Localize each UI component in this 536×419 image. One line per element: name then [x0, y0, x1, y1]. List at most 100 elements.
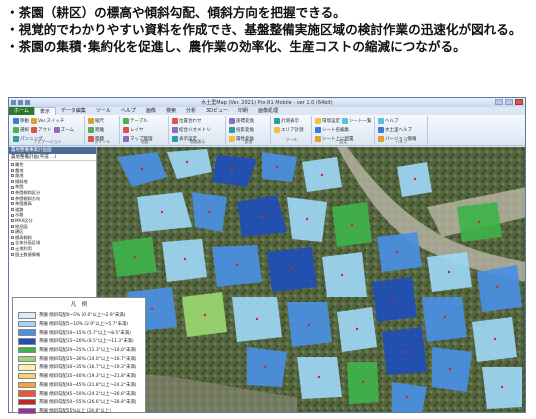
- ribbon-button[interactable]: 移動: [13, 117, 29, 124]
- close-button[interactable]: [515, 99, 523, 105]
- ribbon-button[interactable]: エリア計測: [274, 126, 304, 133]
- layer-checkbox[interactable]: [11, 236, 14, 240]
- layer-checkbox[interactable]: [11, 196, 14, 200]
- map-canvas[interactable]: [97, 147, 525, 412]
- layer-checkbox[interactable]: [11, 230, 14, 234]
- layer-checkbox[interactable]: [11, 185, 14, 189]
- tool-icon: [342, 117, 348, 124]
- tool-icon: [13, 126, 19, 133]
- ribbon-group-4: 座標変換 投影変換 属性変換 変換: [227, 116, 271, 144]
- layer-checkbox[interactable]: [11, 247, 14, 251]
- map-legend: 凡 例 茶園 傾斜勾配0~5% (0.0°以上～2.9°未満) 茶園 傾斜勾配5~…: [12, 297, 146, 416]
- layer-checkbox[interactable]: [11, 180, 14, 184]
- ribbon-button[interactable]: 環境設定: [315, 117, 340, 124]
- ribbon-button[interactable]: 計測表示: [274, 117, 299, 124]
- tool-icon: [229, 117, 235, 124]
- maximize-button[interactable]: [505, 99, 513, 105]
- layer-checkbox[interactable]: [11, 241, 14, 245]
- ribbon-button-label: シート名編集: [322, 127, 349, 133]
- ribbon-button[interactable]: ズーム: [53, 126, 74, 133]
- minimize-button[interactable]: [495, 99, 503, 105]
- ribbon-button[interactable]: シート名編集: [315, 126, 349, 133]
- ribbon: 移動 Ver.スイッチ 選択 アウト ズーム パンニング ナビゲーション 縮尺 距離 面積 スケール…: [9, 115, 525, 146]
- ribbon-button[interactable]: 座標変換: [229, 117, 254, 124]
- tool-icon: [378, 126, 384, 133]
- legend-item: 茶園 傾斜勾配5~10% (2.9°以上～5.7°未満): [13, 320, 145, 329]
- ribbon-group-7: ヘルプ 水土里ヘルプ バージョン情報 ヘルプ: [376, 116, 428, 144]
- layer-checkbox[interactable]: [11, 208, 14, 212]
- tab-5[interactable]: 画像: [141, 107, 161, 115]
- ribbon-button[interactable]: 選択: [13, 126, 29, 133]
- layer-checkbox[interactable]: [11, 163, 14, 167]
- layer-checkbox[interactable]: [11, 202, 14, 206]
- tab-0[interactable]: ホーム: [9, 107, 34, 115]
- layer-label: 国土数値情報: [15, 251, 41, 257]
- tab-8[interactable]: 3Dビュー: [201, 107, 233, 115]
- ribbon-button[interactable]: 水土里ヘルプ: [378, 126, 412, 133]
- ribbon-button[interactable]: 位置合わせ: [172, 117, 202, 124]
- tab-2[interactable]: データ編集: [56, 107, 91, 115]
- layer-checkbox[interactable]: [11, 219, 14, 223]
- layer-checkbox[interactable]: [11, 213, 14, 217]
- tab-7[interactable]: 分析: [181, 107, 201, 115]
- map-view[interactable]: [97, 147, 525, 412]
- tool-icon: [172, 117, 178, 124]
- ribbon-button[interactable]: 投影変換: [229, 126, 254, 133]
- layer-tree-item[interactable]: 国土数値情報: [11, 252, 94, 258]
- ribbon-button[interactable]: テーブル: [123, 117, 148, 124]
- tool-icon: [53, 126, 60, 133]
- ribbon-button[interactable]: Ver.スイッチ: [31, 117, 64, 124]
- ribbon-button-label: シート一覧: [349, 118, 372, 124]
- ribbon-button-label: ヘルプ: [385, 118, 399, 124]
- description-bullets: ・茶園（耕区）の標高や傾斜勾配、傾斜方向を把握できる。 ・視覚的でわかりやすい資…: [6, 4, 532, 55]
- layer-checkbox[interactable]: [11, 191, 14, 195]
- ribbon-button[interactable]: ヘルプ: [378, 117, 399, 124]
- legend-item: 茶園 傾斜勾配40~45% (21.8°以上～24.2°未満): [13, 381, 145, 390]
- legend-swatch: [18, 372, 36, 380]
- legend-label: 茶園 傾斜勾配5~10% (2.9°以上～5.7°未満): [39, 322, 129, 328]
- ribbon-group-2: テーブル レイヤ マップ管理 地図: [121, 116, 169, 144]
- legend-label: 茶園 傾斜勾配50~55% (26.6°以上～28.8°未満): [39, 400, 137, 406]
- ribbon-group-name: 地図表示: [189, 139, 206, 144]
- layer-checkbox[interactable]: [11, 174, 14, 178]
- legend-swatch: [18, 346, 36, 354]
- tab-1[interactable]: 表示: [33, 107, 56, 115]
- legend-swatch: [18, 320, 36, 328]
- layer-checkbox[interactable]: [11, 168, 14, 172]
- ribbon-group-name: 設定: [339, 139, 348, 144]
- tab-3[interactable]: ツール: [91, 107, 116, 115]
- ribbon-button-label: 水土里ヘルプ: [385, 127, 412, 133]
- tab-9[interactable]: 印刷: [233, 107, 253, 115]
- legend-item: 茶園 傾斜勾配20~25% (11.3°以上～14.0°未満): [13, 346, 145, 355]
- ribbon-button-label: 環境設定: [322, 118, 340, 124]
- tool-icon: [88, 117, 94, 124]
- legend-label: 茶園 傾斜勾配10~15% (5.7°以上～8.5°未満): [39, 330, 131, 336]
- ribbon-button[interactable]: 距離: [88, 126, 104, 133]
- layer-checkbox[interactable]: [11, 252, 14, 256]
- bullet-1: ・茶園（耕区）の標高や傾斜勾配、傾斜方向を把握できる。: [6, 5, 346, 20]
- ribbon-button[interactable]: レイヤ: [123, 126, 143, 133]
- ribbon-button[interactable]: アウト: [31, 126, 52, 133]
- ribbon-button-label: ズーム: [60, 127, 74, 133]
- tab-4[interactable]: ヘルプ: [116, 107, 141, 115]
- layer-checkbox[interactable]: [11, 224, 14, 228]
- tool-icon: [378, 117, 384, 124]
- tab-10[interactable]: 画像処理: [253, 107, 283, 115]
- ribbon-button[interactable]: 縮尺: [88, 117, 104, 124]
- panel-subheader[interactable]: 農地整備計画(平成 ...): [9, 154, 96, 161]
- tab-6[interactable]: 検索: [161, 107, 181, 115]
- legend-label: 茶園 傾斜勾配20~25% (11.3°以上～14.0°未満): [39, 348, 137, 354]
- ribbon-button[interactable]: シート一覧: [342, 117, 372, 124]
- ribbon-button[interactable]: 結合ジオメトリ: [172, 126, 211, 133]
- legend-item: 茶園 傾斜勾配25~30% (14.0°以上～16.7°未満): [13, 354, 145, 363]
- ribbon-button-label: アウト: [38, 127, 52, 133]
- legend-swatch: [18, 355, 36, 363]
- tool-icon: [88, 126, 94, 133]
- ribbon-group-0: 移動 Ver.スイッチ 選択 アウト ズーム パンニング ナビゲーション: [11, 116, 85, 144]
- ribbon-group-name: 変換: [244, 139, 253, 144]
- legend-swatch: [18, 364, 36, 371]
- tool-icon: [315, 126, 321, 133]
- legend-item: 茶園 傾斜勾配55%以上 (28.8°以上): [13, 407, 145, 416]
- tool-icon: [123, 117, 129, 124]
- legend-item: 茶園 傾斜勾配35~40% (19.3°以上～21.8°未満): [13, 372, 145, 381]
